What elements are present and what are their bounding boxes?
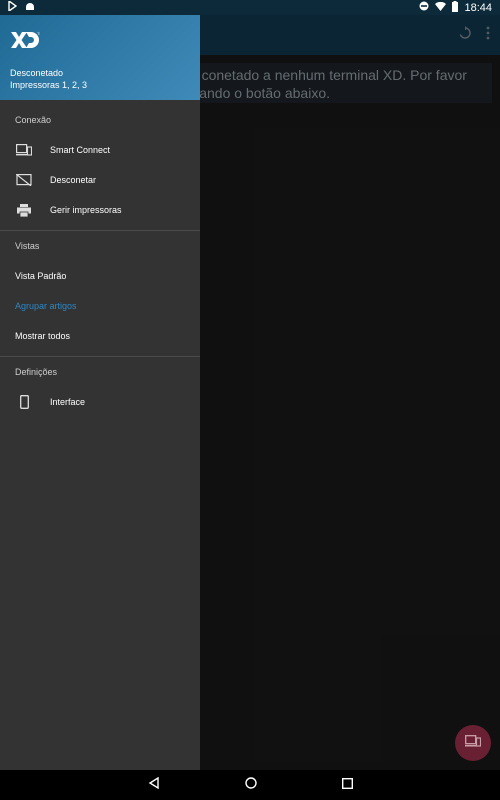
drawer-item-label: Vista Padrão — [15, 271, 67, 281]
drawer-item-manage-printers[interactable]: Gerir impressoras — [0, 195, 200, 225]
drawer-item-label: Interface — [50, 397, 86, 407]
do-not-disturb-icon — [419, 1, 429, 14]
navigation-drawer: TM Desconetado Impressoras 1, 2, 3 Conex… — [0, 15, 200, 770]
devices-icon — [16, 143, 32, 157]
printer-icon — [16, 203, 32, 217]
cast-off-icon — [16, 173, 32, 187]
drawer-item-group-items[interactable]: Agrupar artigos — [0, 291, 200, 321]
section-label-vistas: Vistas — [15, 241, 40, 251]
section-divider — [0, 356, 200, 357]
recents-icon[interactable] — [341, 776, 353, 794]
connection-status: Desconetado — [10, 68, 64, 78]
svg-text:TM: TM — [37, 31, 40, 36]
drawer-item-label: Gerir impressoras — [50, 205, 122, 215]
home-icon[interactable] — [244, 776, 257, 794]
status-bar: 18:44 — [0, 0, 500, 15]
drawer-item-show-all[interactable]: Mostrar todos — [0, 321, 200, 351]
drawer-item-smart-connect[interactable]: Smart Connect — [0, 135, 200, 165]
drawer-item-label: Smart Connect — [50, 145, 111, 155]
drawer-item-default-view[interactable]: Vista Padrão — [0, 261, 200, 291]
status-time: 18:44 — [464, 1, 492, 14]
drawer-item-interface[interactable]: Interface — [0, 387, 200, 417]
phone-icon — [16, 395, 32, 409]
system-nav-bar — [0, 770, 500, 800]
printers-label: Impressoras 1, 2, 3 — [10, 80, 88, 90]
section-divider — [0, 230, 200, 231]
section-label-conexao: Conexão — [15, 115, 52, 125]
xd-logo-icon: TM — [10, 30, 43, 55]
battery-icon — [452, 0, 459, 15]
drawer-item-label: Agrupar artigos — [15, 301, 77, 311]
section-label-definicoes: Definições — [15, 367, 58, 377]
connect-device-icon — [465, 734, 482, 752]
drawer-header: TM Desconetado Impressoras 1, 2, 3 — [0, 15, 200, 100]
drawer-item-disconnect[interactable]: Desconetar — [0, 165, 200, 195]
android-icon — [25, 2, 35, 14]
drawer-item-label: Mostrar todos — [15, 331, 71, 341]
wifi-icon — [435, 1, 447, 14]
play-store-icon — [8, 0, 18, 14]
drawer-item-label: Desconetar — [50, 175, 97, 185]
back-icon[interactable] — [148, 776, 160, 794]
drawer-scrim[interactable] — [200, 15, 500, 770]
connect-fab[interactable] — [455, 725, 491, 761]
